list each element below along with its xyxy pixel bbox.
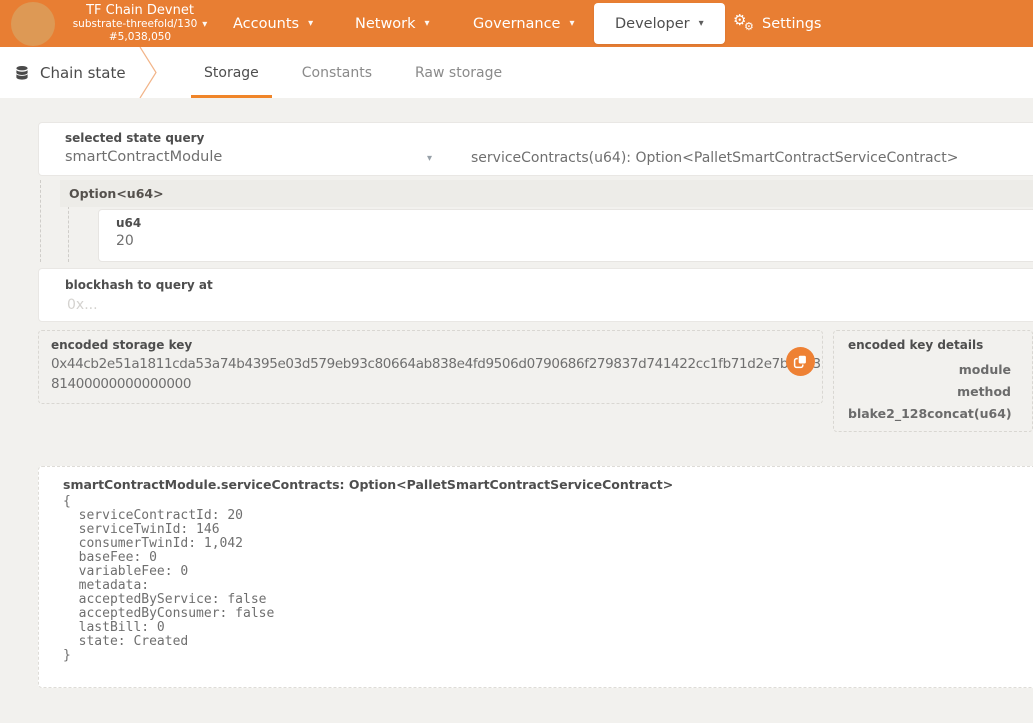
query-params: Option<u64> u64 20 (38, 180, 1033, 262)
encoded-key-value-line2: 81400000000000000 (51, 374, 782, 394)
breadcrumb-chevron (138, 47, 160, 98)
tab-storage[interactable]: Storage (191, 47, 272, 98)
method-select[interactable]: serviceContracts(u64): Option<PalletSmar… (471, 150, 958, 166)
nav-accounts[interactable]: Accounts ▾ (233, 0, 313, 47)
param-value-input[interactable]: 20 (116, 233, 1033, 249)
indent-guide (40, 180, 41, 262)
section-chain-state: Chain state (14, 47, 126, 98)
param-type-banner: Option<u64> (60, 180, 1033, 207)
main-content: selected state query smartContractModule… (0, 98, 1033, 688)
chevron-down-icon: ▾ (202, 20, 207, 30)
chevron-down-icon: ▾ (425, 19, 430, 29)
blockhash-label: blockhash to query at (65, 278, 213, 292)
chain-logo[interactable] (11, 2, 55, 46)
result-json: { serviceContractId: 20 serviceTwinId: 1… (63, 495, 1033, 663)
nav-network-label: Network (355, 16, 416, 32)
nav-developer[interactable]: Developer ▾ (594, 3, 725, 44)
app-header: TF Chain Devnet substrate-threefold/130 … (0, 0, 1033, 47)
nav-governance[interactable]: Governance ▾ (473, 0, 575, 47)
nav-network[interactable]: Network ▾ (355, 0, 430, 47)
chevron-down-icon[interactable]: ▾ (427, 153, 432, 164)
detail-method-label: method (848, 381, 1032, 403)
copy-icon (793, 354, 808, 369)
indent-guide (68, 206, 69, 262)
param-input-box: u64 20 (98, 209, 1033, 262)
best-block-number: #5,038,050 (68, 31, 212, 44)
blockhash-input[interactable] (65, 296, 665, 314)
encoded-section: encoded storage key 0x44cb2e51a1811cda53… (38, 330, 1033, 432)
encoded-details-label: encoded key details (848, 338, 1032, 352)
encoded-key-details-box: encoded key details module method blake2… (833, 330, 1033, 432)
module-select[interactable]: smartContractModule (65, 149, 425, 165)
encoded-key-label: encoded storage key (51, 338, 782, 352)
nav-developer-label: Developer (615, 16, 690, 32)
detail-hasher-label: blake2_128concat(u64) (848, 403, 1032, 425)
encoded-key-value-line1: 0x44cb2e51a1811cda53a74b4395e03d579eb93c… (51, 354, 782, 374)
result-header: smartContractModule.serviceContracts: Op… (63, 477, 1033, 492)
section-label: Chain state (40, 64, 126, 82)
gear-icon: ⚙ ⚙ (733, 14, 755, 34)
database-icon (14, 65, 30, 81)
nav-settings-label: Settings (762, 16, 821, 32)
chain-name: TF Chain Devnet (68, 3, 212, 18)
chevron-down-icon: ▾ (308, 19, 313, 29)
network-endpoint-label: substrate-threefold/130 (73, 18, 198, 31)
network-selector[interactable]: TF Chain Devnet substrate-threefold/130 … (68, 3, 212, 44)
chevron-down-icon: ▾ (699, 19, 704, 29)
param-name-label: u64 (116, 216, 1033, 230)
blockhash-card: blockhash to query at (38, 268, 1033, 322)
tabs: Storage Constants Raw storage (191, 47, 532, 98)
tabbar: Chain state Storage Constants Raw storag… (0, 47, 1033, 98)
tab-constants[interactable]: Constants (289, 47, 385, 98)
detail-module-label: module (848, 359, 1032, 381)
nav-accounts-label: Accounts (233, 16, 299, 32)
param-type-label: Option<u64> (69, 186, 164, 201)
encoded-storage-key-box: encoded storage key 0x44cb2e51a1811cda53… (38, 330, 823, 404)
state-query-label: selected state query (65, 131, 204, 145)
tab-raw-storage[interactable]: Raw storage (402, 47, 515, 98)
chevron-down-icon: ▾ (569, 19, 574, 29)
query-result-card: smartContractModule.serviceContracts: Op… (38, 466, 1033, 688)
copy-button[interactable] (786, 347, 815, 376)
nav-settings[interactable]: ⚙ ⚙ Settings (733, 0, 821, 47)
state-query-card: selected state query smartContractModule… (38, 122, 1033, 176)
nav-governance-label: Governance (473, 16, 560, 32)
